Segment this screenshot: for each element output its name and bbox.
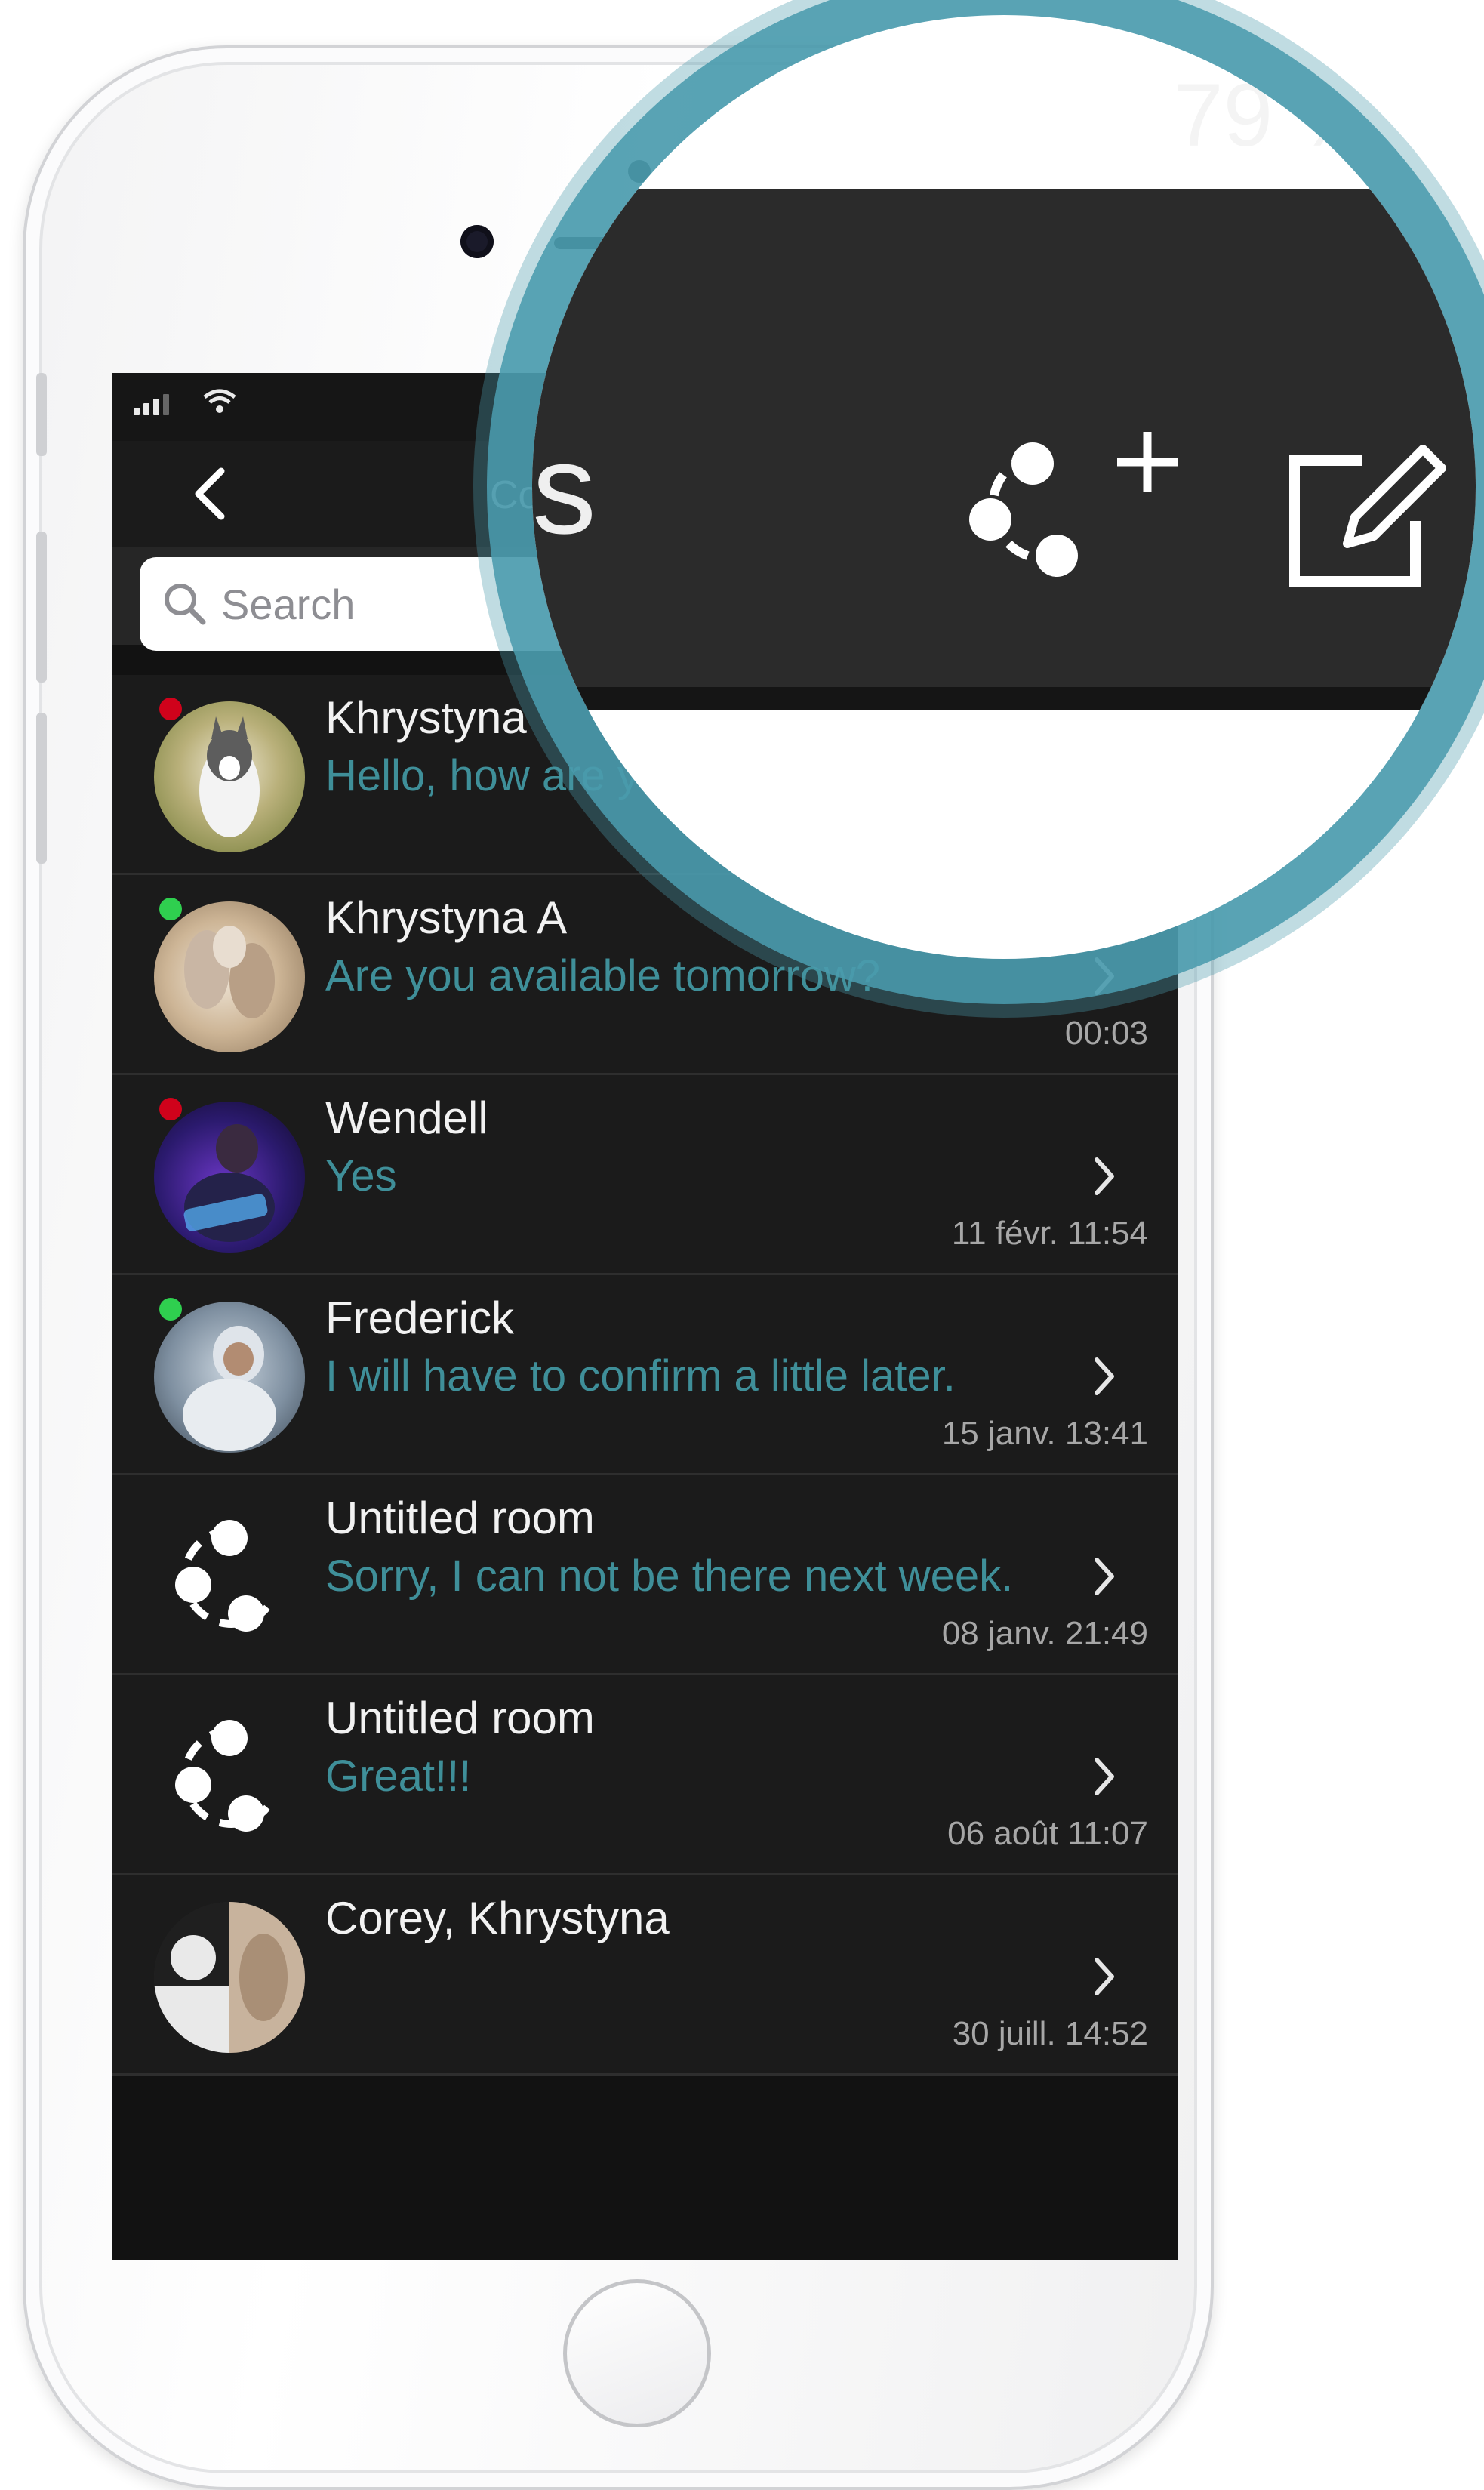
avatar xyxy=(154,1102,305,1253)
conversation-row[interactable]: Untitled room Great!!! 06 août 11:07 xyxy=(112,1675,1178,1875)
conversation-time: 11 févr. 11:54 xyxy=(951,1215,1148,1252)
avatar xyxy=(154,701,305,852)
magnified-divider xyxy=(532,687,1476,710)
conversation-time: 00:03 xyxy=(1064,1015,1148,1052)
conversation-preview: Are you available tomorrow? xyxy=(325,951,881,1000)
front-camera xyxy=(460,225,494,258)
conversation-time: 30 juill. 14:52 xyxy=(952,2015,1148,2052)
conversation-name: Wendell xyxy=(325,1092,488,1143)
wifi-icon xyxy=(203,389,236,413)
search-icon xyxy=(165,584,206,625)
compose-icon[interactable] xyxy=(1279,445,1446,596)
conversation-preview: Yes xyxy=(325,1151,397,1200)
chevron-right-icon xyxy=(1095,1558,1114,1595)
presence-dot-red xyxy=(159,1098,182,1120)
conversation-name: Corey, Khrystyna xyxy=(325,1893,670,1943)
conversation-row[interactable]: Frederick I will have to confirm a littl… xyxy=(112,1275,1178,1475)
conversation-row[interactable]: Corey, Khrystyna 30 juill. 14:52 xyxy=(112,1875,1178,2076)
chevron-right-icon xyxy=(1095,1157,1114,1195)
conversation-time: 06 août 11:07 xyxy=(947,1815,1148,1852)
volume-down-button xyxy=(36,713,47,864)
conversation-preview: I will have to confirm a little later. xyxy=(325,1351,956,1401)
room-icon xyxy=(154,1502,305,1653)
avatar xyxy=(154,1302,305,1453)
conversation-name: Frederick xyxy=(325,1293,515,1343)
room-icon xyxy=(154,1702,305,1853)
signal-icon xyxy=(134,394,169,415)
conversation-row[interactable]: Wendell Yes 11 févr. 11:54 xyxy=(112,1075,1178,1275)
conversation-preview: Sorry, I can not be there next week. xyxy=(325,1552,1014,1601)
conversation-name: Untitled room xyxy=(325,1693,595,1743)
chevron-right-icon xyxy=(1095,1958,1114,1995)
magnified-title-fragment: s xyxy=(532,418,596,561)
home-button[interactable] xyxy=(563,2279,711,2427)
presence-dot-red xyxy=(159,698,182,720)
conversation-name: Untitled room xyxy=(325,1493,595,1543)
avatar xyxy=(154,901,305,1052)
conversation-preview: Great!!! xyxy=(325,1752,472,1801)
conversation-time: 08 janv. 21:49 xyxy=(941,1615,1148,1652)
presence-dot-green xyxy=(159,1298,182,1321)
volume-up-button xyxy=(36,532,47,683)
magnified-battery-level: 79 % xyxy=(1174,66,1377,165)
group-add-icon[interactable] xyxy=(944,423,1193,589)
conversation-time: 15 janv. 13:41 xyxy=(941,1415,1148,1452)
conversation-row[interactable]: Untitled room Sorry, I can not be there … xyxy=(112,1475,1178,1675)
magnified-header: s xyxy=(532,189,1476,687)
chevron-right-icon xyxy=(1095,957,1114,995)
avatar xyxy=(154,1902,305,2053)
magnifier-overlay: s 79 % xyxy=(532,15,1476,959)
chevron-right-icon xyxy=(1095,1357,1114,1395)
conversation-name: Khrystyna xyxy=(325,692,527,743)
back-chevron-icon[interactable] xyxy=(188,464,233,524)
chevron-right-icon xyxy=(1095,1758,1114,1795)
conversation-name: Khrystyna A xyxy=(325,892,568,943)
presence-dot-green xyxy=(159,898,182,920)
mute-switch xyxy=(36,373,47,456)
